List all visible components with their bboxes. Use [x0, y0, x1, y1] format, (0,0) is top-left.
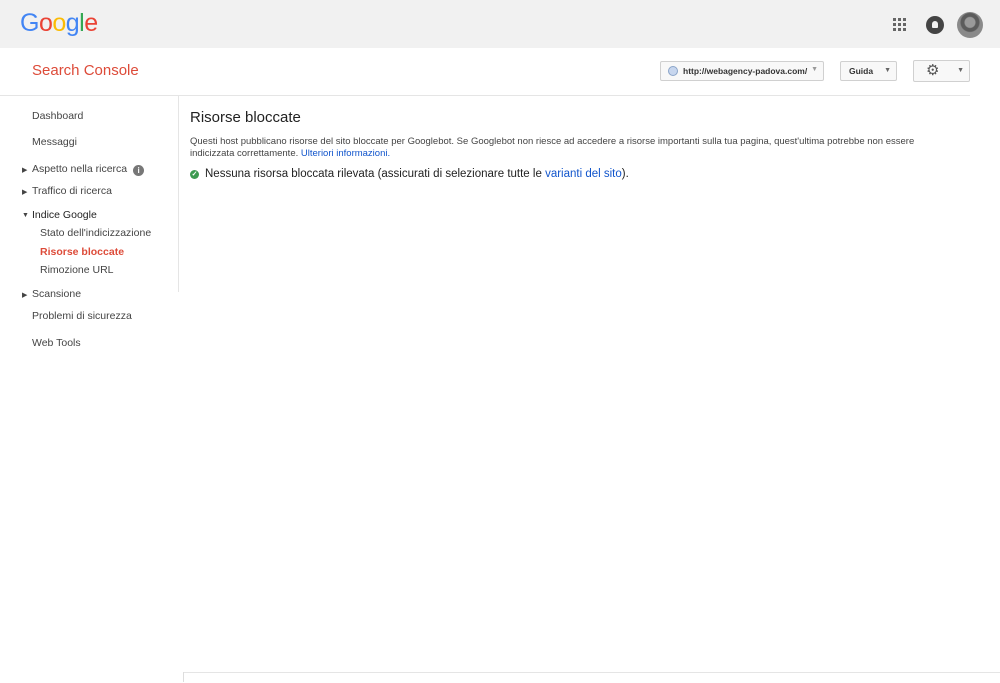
info-icon[interactable]: i	[133, 165, 145, 176]
chevron-down-icon: ▼	[811, 66, 818, 73]
status-message: ✓ Nessuna risorsa bloccata rilevata (assi…	[190, 168, 629, 180]
product-name[interactable]: Search Console	[32, 62, 139, 79]
sidebar-subitem-remove-urls[interactable]: Rimozione URL	[40, 264, 114, 276]
product-header: Search Console http://webagency-padova.c…	[0, 48, 970, 96]
logo-letter: g	[65, 9, 80, 37]
logo-letter: G	[20, 9, 39, 37]
expand-triangle-icon[interactable]: ▶	[22, 166, 27, 174]
google-logo[interactable]: Google	[20, 9, 98, 38]
logo-letter: o	[38, 9, 53, 37]
sidebar-item-google-index[interactable]: Indice Google	[32, 209, 97, 221]
chevron-down-icon: ▼	[957, 67, 964, 74]
sidebar-item-dashboard[interactable]: Dashboard	[32, 110, 83, 122]
notifications-icon[interactable]	[926, 16, 944, 34]
logo-letter: e	[84, 9, 98, 37]
gear-icon: ⚙	[926, 62, 940, 79]
status-end: ).	[621, 168, 629, 180]
sidebar-item-label: Aspetto nella ricerca	[32, 163, 128, 175]
help-button[interactable]: Guida ▼	[840, 61, 897, 81]
site-url: http://webagency-padova.com/	[683, 66, 808, 76]
settings-button[interactable]: ⚙ ▼	[913, 60, 970, 82]
sidebar-item-crawl[interactable]: Scansione	[32, 288, 81, 300]
page-title: Risorse bloccate	[190, 109, 301, 126]
footer-divider	[183, 672, 1000, 683]
sidebar-item-messages[interactable]: Messaggi	[32, 136, 77, 148]
avatar[interactable]	[957, 12, 983, 38]
sidebar-subitem-index-status[interactable]: Stato dell'indicizzazione	[40, 227, 151, 239]
help-button-label: Guida	[849, 66, 874, 76]
expand-triangle-icon[interactable]: ▶	[22, 188, 27, 196]
sidebar-item-web-tools[interactable]: Web Tools	[32, 337, 81, 349]
sidebar-item-security-issues[interactable]: Problemi di sicurezza	[32, 310, 132, 322]
site-selector[interactable]: http://webagency-padova.com/ ▼	[660, 61, 824, 81]
check-circle-icon: ✓	[190, 170, 199, 179]
description-text: Questi host pubblicano risorse del sito …	[190, 136, 915, 159]
sidebar: Dashboard Messaggi ▶ Aspetto nella ricer…	[0, 96, 179, 349]
footer-divider-left	[183, 672, 184, 682]
sidebar-subitem-blocked-resources[interactable]: Risorse bloccate	[40, 246, 124, 258]
site-variants-link[interactable]: varianti del sito	[545, 168, 622, 180]
sidebar-item-search-appearance[interactable]: Aspetto nella ricerca i	[32, 163, 145, 176]
learn-more-link[interactable]: Ulteriori informazioni.	[301, 148, 390, 159]
collapse-triangle-icon[interactable]: ▼	[22, 212, 29, 219]
chevron-down-icon: ▼	[884, 67, 891, 74]
globe-icon	[668, 66, 678, 76]
expand-triangle-icon[interactable]: ▶	[22, 291, 27, 299]
page-description: Questi host pubblicano risorse del sito …	[190, 136, 960, 160]
status-text: Nessuna risorsa bloccata rilevata (assic…	[205, 168, 542, 180]
apps-grid-icon[interactable]	[893, 18, 907, 32]
sidebar-item-search-traffic[interactable]: Traffico di ricerca	[32, 185, 112, 197]
logo-letter: o	[52, 9, 66, 37]
top-bar: Google	[0, 0, 1000, 48]
